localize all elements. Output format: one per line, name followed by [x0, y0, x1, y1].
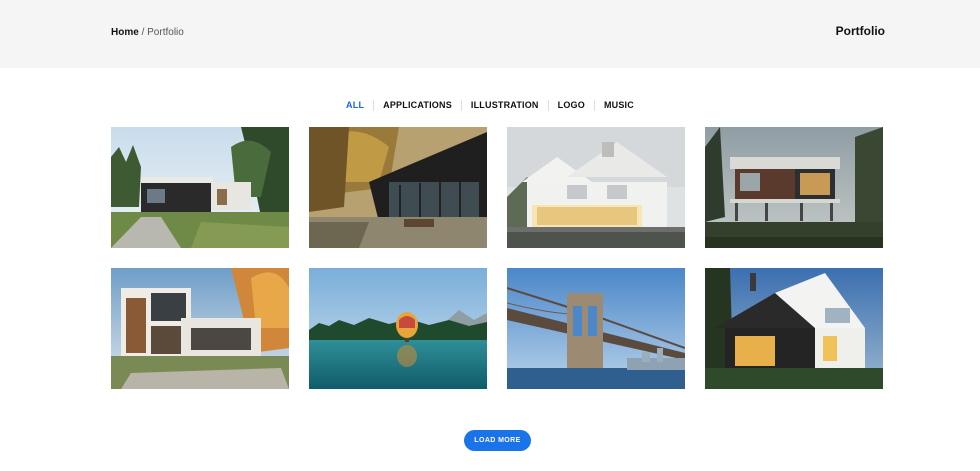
portfolio-item-modern-house-autumn-trees[interactable] [111, 268, 289, 389]
modern-house-autumn-trees-image [111, 268, 289, 389]
breadcrumb-current: Portfolio [147, 27, 184, 38]
page-title: Portfolio [835, 24, 885, 38]
portfolio-item-hot-air-balloon-lake[interactable] [309, 268, 487, 389]
filter-music[interactable]: MUSIC [593, 100, 643, 111]
breadcrumb-home-link[interactable]: Home [111, 27, 139, 38]
breadcrumb: Home / Portfolio [111, 27, 184, 38]
filter-applications[interactable]: APPLICATIONS [373, 100, 461, 111]
hot-air-balloon-lake-image [309, 268, 487, 389]
portfolio-item-modern-house-stilts[interactable] [705, 127, 883, 248]
load-more-button[interactable]: LOAD MORE [464, 430, 531, 451]
filter-logo[interactable]: LOGO [547, 100, 594, 111]
modern-house-forest-image [111, 127, 289, 248]
portfolio-item-white-house-glass[interactable] [507, 127, 685, 248]
portfolio-item-suspension-bridge[interactable] [507, 268, 685, 389]
portfolio-filter-bar: ALL APPLICATIONS ILLUSTRATION LOGO MUSIC [0, 100, 980, 111]
portfolio-item-white-house-dusk[interactable] [705, 268, 883, 389]
filter-all[interactable]: ALL [337, 100, 373, 111]
page-header: Home / Portfolio Portfolio [0, 0, 980, 68]
modern-house-stilts-image [705, 127, 883, 248]
white-house-glass-image [507, 127, 685, 248]
portfolio-item-dark-wood-house-autumn[interactable] [309, 127, 487, 248]
white-house-dusk-image [705, 268, 883, 389]
portfolio-grid [111, 127, 883, 389]
portfolio-item-modern-house-forest[interactable] [111, 127, 289, 248]
dark-wood-house-autumn-image [309, 127, 487, 248]
suspension-bridge-image [507, 268, 685, 389]
breadcrumb-separator: / [138, 27, 148, 38]
filter-illustration[interactable]: ILLUSTRATION [460, 100, 548, 111]
